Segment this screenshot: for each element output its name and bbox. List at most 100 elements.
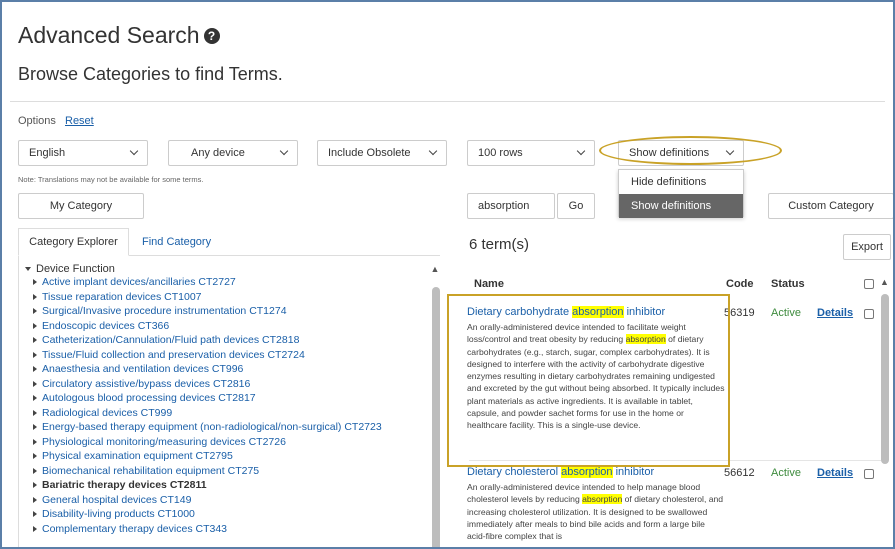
result-status: Active — [771, 307, 801, 319]
caret-right-icon[interactable] — [33, 525, 37, 532]
chevron-down-icon — [428, 146, 438, 156]
result-description: An orally-administered device intended t… — [467, 482, 724, 542]
tree-item[interactable]: Energy-based therapy equipment (non-radi… — [19, 420, 448, 435]
row-checkbox[interactable] — [864, 309, 874, 319]
device-select-value: Any device — [191, 147, 245, 159]
tree-item-label: Endoscopic devices CT366 — [42, 319, 170, 332]
tree-scrollbar[interactable] — [432, 287, 440, 547]
tree-item-label: General hospital devices CT149 — [42, 493, 192, 506]
tree-item[interactable]: Anaesthesia and ventilation devices CT99… — [19, 362, 448, 377]
translation-note: Note: Translations may not be available … — [18, 175, 204, 184]
tab-find-category[interactable]: Find Category — [142, 236, 211, 248]
reset-link[interactable]: Reset — [65, 115, 94, 127]
annotation-rectangle — [447, 294, 730, 467]
scroll-up-arrow-icon[interactable]: ▲ — [430, 264, 440, 276]
annotation-oval — [599, 136, 782, 165]
language-select[interactable]: English — [18, 140, 148, 166]
header-divider — [10, 101, 885, 102]
caret-right-icon[interactable] — [33, 496, 37, 503]
my-category-button[interactable]: My Category — [18, 193, 144, 219]
tree-item-label: Autologous blood processing devices CT28… — [42, 392, 256, 404]
rows-select[interactable]: 100 rows — [467, 140, 595, 166]
tree-item-label: Radiological devices CT999 — [42, 406, 173, 419]
tree-item-label: Surgical/Invasive procedure instrumentat… — [42, 305, 287, 317]
page-frame: Advanced Search? Browse Categories to fi… — [0, 0, 895, 549]
device-select[interactable]: Any device — [168, 140, 298, 166]
category-tree: Device Function Active implant devices/a… — [18, 256, 448, 547]
tree-item[interactable]: Biomechanical rehabilitation equipment C… — [19, 464, 448, 479]
page-title-text: Advanced Search — [18, 22, 200, 48]
caret-right-icon[interactable] — [33, 395, 37, 401]
language-select-value: English — [29, 147, 66, 159]
tree-items: Active implant devices/ancillaries CT272… — [19, 275, 448, 536]
results-scroll-up-arrow-icon[interactable]: ▲ — [880, 277, 889, 287]
page-subtitle: Browse Categories to find Terms. — [18, 64, 283, 84]
obsolete-select[interactable]: Include Obsolete — [317, 140, 447, 166]
tree-root[interactable]: Device Function — [19, 263, 448, 275]
tree-item[interactable]: Radiological devices CT999 — [19, 406, 448, 421]
tree-item[interactable]: Surgical/Invasive procedure instrumentat… — [19, 304, 448, 319]
caret-right-icon[interactable] — [33, 438, 37, 445]
rows-select-value: 100 rows — [478, 147, 523, 159]
select-all-checkbox[interactable] — [864, 279, 874, 289]
tree-root-label: Device Function — [36, 263, 115, 275]
tree-item[interactable]: Tissue reparation devices CT1007 — [19, 290, 448, 305]
tree-item[interactable]: Bariatric therapy devices CT2811 — [19, 478, 448, 493]
caret-right-icon[interactable] — [33, 482, 37, 488]
tree-item[interactable]: Circulatory assistive/bypass devices CT2… — [19, 377, 448, 392]
tree-item[interactable]: Complementary therapy devices CT343 — [19, 522, 448, 537]
chevron-down-icon — [279, 146, 289, 156]
tree-item-label: Disability-living products CT1000 — [42, 508, 195, 520]
tree-item-label: Biomechanical rehabilitation equipment C… — [42, 464, 260, 477]
caret-right-icon[interactable] — [33, 409, 37, 416]
caret-right-icon[interactable] — [33, 337, 37, 343]
chevron-down-icon — [129, 146, 139, 156]
tab-category-explorer[interactable]: Category Explorer — [18, 228, 129, 256]
tree-item[interactable]: Physiological monitoring/measuring devic… — [19, 435, 448, 450]
tree-item-label: Bariatric therapy devices CT2811 — [42, 479, 207, 491]
caret-down-icon[interactable] — [25, 267, 31, 271]
search-input[interactable]: absorption — [467, 193, 555, 219]
tree-item-label: Energy-based therapy equipment (non-radi… — [42, 421, 382, 433]
caret-right-icon[interactable] — [33, 424, 37, 430]
tree-item-label: Active implant devices/ancillaries CT272… — [42, 276, 236, 288]
details-link[interactable]: Details — [817, 307, 853, 319]
export-button[interactable]: Export — [843, 234, 891, 260]
details-link[interactable]: Details — [817, 467, 853, 479]
tree-item-label: Physiological monitoring/measuring devic… — [42, 435, 286, 448]
tree-item-label: Catheterization/Cannulation/Fluid path d… — [42, 334, 300, 346]
caret-right-icon[interactable] — [33, 322, 37, 329]
column-code: Code — [726, 278, 754, 290]
go-button[interactable]: Go — [557, 193, 595, 219]
caret-right-icon[interactable] — [33, 366, 37, 372]
column-status: Status — [771, 278, 805, 290]
tree-item-label: Tissue reparation devices CT1007 — [42, 290, 202, 303]
tree-item[interactable]: Disability-living products CT1000 — [19, 507, 448, 522]
obsolete-select-value: Include Obsolete — [328, 147, 411, 159]
tree-item[interactable]: Active implant devices/ancillaries CT272… — [19, 275, 448, 290]
tree-item[interactable]: General hospital devices CT149 — [19, 493, 448, 508]
tree-item[interactable]: Endoscopic devices CT366 — [19, 319, 448, 334]
column-name: Name — [474, 278, 504, 290]
custom-category-button[interactable]: Custom Category — [768, 193, 893, 219]
help-icon[interactable]: ? — [203, 28, 220, 44]
caret-right-icon[interactable] — [33, 380, 37, 387]
tree-item[interactable]: Physical examination equipment CT2795 — [19, 449, 448, 464]
tree-item[interactable]: Autologous blood processing devices CT28… — [19, 391, 448, 406]
tree-item[interactable]: Tissue/Fluid collection and preservation… — [19, 348, 448, 363]
result-status: Active — [771, 467, 801, 479]
caret-right-icon[interactable] — [33, 511, 37, 517]
caret-right-icon[interactable] — [33, 453, 37, 459]
caret-right-icon[interactable] — [33, 279, 37, 285]
menu-item-show-definitions[interactable]: Show definitions — [619, 194, 743, 218]
tree-item-label: Physical examination equipment CT2795 — [42, 450, 233, 462]
result-code: 56612 — [724, 467, 755, 479]
caret-right-icon[interactable] — [33, 351, 37, 358]
caret-right-icon[interactable] — [33, 467, 37, 474]
page-title: Advanced Search? — [18, 22, 220, 49]
menu-item-hide-definitions[interactable]: Hide definitions — [619, 170, 743, 194]
tree-item[interactable]: Catheterization/Cannulation/Fluid path d… — [19, 333, 448, 348]
row-checkbox[interactable] — [864, 469, 874, 479]
caret-right-icon[interactable] — [33, 308, 37, 314]
caret-right-icon[interactable] — [33, 293, 37, 300]
